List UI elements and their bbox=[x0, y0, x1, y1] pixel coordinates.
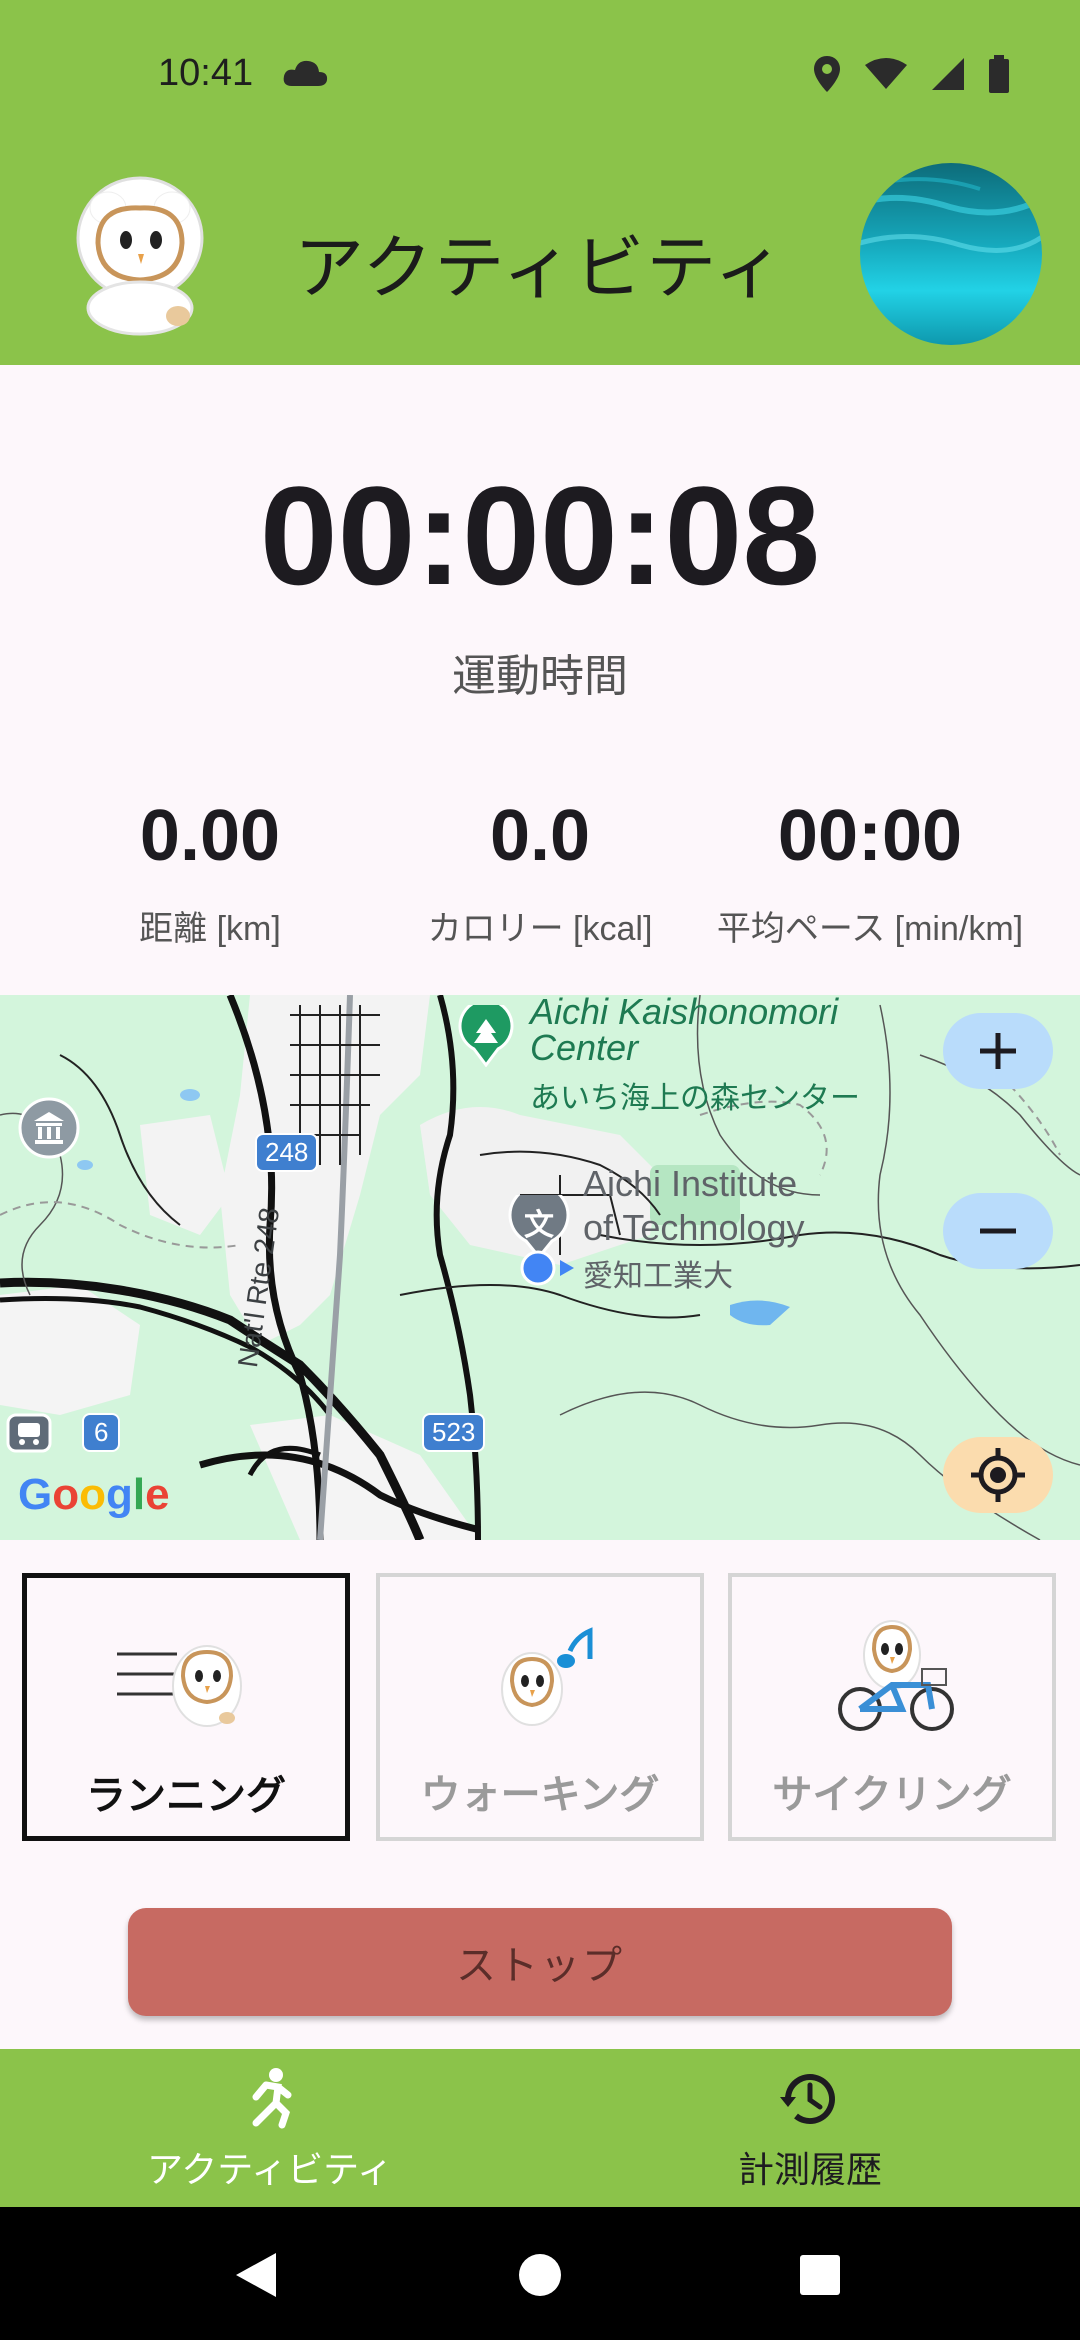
place-label-ait-en-2: of Technology bbox=[583, 1207, 805, 1248]
google-logo: Google bbox=[18, 1470, 170, 1519]
zoom-in-button[interactable] bbox=[943, 1013, 1053, 1089]
pace-label: 平均ペース [min/km] bbox=[716, 910, 1024, 948]
user-avatar[interactable] bbox=[860, 163, 1042, 345]
park-pin-icon[interactable] bbox=[458, 998, 514, 1072]
crosshair-icon bbox=[971, 1448, 1025, 1502]
cycling-owl-icon bbox=[732, 1607, 1052, 1737]
distance-label: 距離 [km] bbox=[139, 910, 281, 948]
train-station-icon[interactable] bbox=[6, 1413, 52, 1458]
current-location-marker bbox=[520, 1250, 580, 1291]
activity-screen: 10:41 アクティビティ 00:00:08 運動時間 0.00 距離 [km]… bbox=[0, 0, 1080, 2340]
place-label-ait-ja: 愛知工業大 bbox=[583, 1260, 733, 1293]
distance-stat: 0.00 距離 [km] bbox=[30, 795, 390, 950]
battery-icon bbox=[988, 55, 1010, 97]
distance-value: 0.00 bbox=[139, 796, 281, 876]
road-shield-248: 248 bbox=[255, 1133, 319, 1172]
road-shield-523: 523 bbox=[422, 1413, 486, 1452]
cloud-icon bbox=[282, 58, 328, 92]
elapsed-time: 00:00:08 bbox=[259, 457, 821, 614]
minus-icon bbox=[980, 1228, 1016, 1234]
zoom-out-button[interactable] bbox=[943, 1193, 1053, 1269]
svg-text:文: 文 bbox=[524, 1208, 554, 1243]
road-shield-6: 6 bbox=[82, 1413, 121, 1452]
map-view[interactable]: Aichi Kaishonomori Center あいち海上の森センター 文 … bbox=[0, 995, 1080, 1540]
history-icon bbox=[540, 2067, 1080, 2137]
walking-owl-icon bbox=[380, 1607, 700, 1737]
status-time: 10:41 bbox=[158, 52, 254, 94]
back-icon bbox=[236, 2253, 276, 2297]
place-label-kaishonomori-en-2: Center bbox=[530, 1027, 639, 1068]
signal-icon bbox=[930, 56, 966, 96]
stop-button[interactable]: ストップ bbox=[128, 1908, 952, 2016]
recents-icon bbox=[800, 2255, 840, 2295]
activity-walking-label: ウォーキング bbox=[420, 1772, 660, 1818]
system-navigation-bar bbox=[0, 2207, 1080, 2340]
activity-cycling-label: サイクリング bbox=[772, 1772, 1012, 1818]
nav-item-history[interactable]: 計測履歴 bbox=[540, 2049, 1080, 2207]
activity-running-option[interactable]: ランニング bbox=[22, 1573, 350, 1841]
wifi-icon bbox=[864, 57, 908, 95]
status-bar: 10:41 bbox=[0, 0, 1080, 150]
place-label-kaishonomori-ja: あいち海上の森センター bbox=[530, 1082, 860, 1115]
calorie-value: 0.0 bbox=[489, 796, 591, 876]
nav-item-activity-label: アクティビティ bbox=[147, 2150, 393, 2191]
elapsed-time-label: 運動時間 bbox=[452, 651, 628, 702]
activity-walking-option[interactable]: ウォーキング bbox=[376, 1573, 704, 1841]
location-icon bbox=[812, 54, 842, 98]
place-label-ait-en-1: Aichi Institute bbox=[583, 1163, 798, 1204]
nav-item-activity[interactable]: アクティビティ bbox=[0, 2049, 540, 2207]
calorie-label: カロリー [kcal] bbox=[427, 910, 653, 948]
activity-running-label: ランニング bbox=[86, 1773, 286, 1819]
plus-icon bbox=[980, 1033, 1016, 1069]
pace-stat: 00:00 平均ペース [min/km] bbox=[690, 795, 1050, 950]
my-location-button[interactable] bbox=[943, 1437, 1053, 1513]
app-header: 10:41 アクティビティ bbox=[0, 0, 1080, 365]
nav-item-history-label: 計測履歴 bbox=[737, 2150, 882, 2191]
running-owl-icon bbox=[27, 1608, 345, 1738]
calorie-stat: 0.0 カロリー [kcal] bbox=[360, 795, 720, 950]
running-icon bbox=[0, 2067, 540, 2137]
pace-value: 00:00 bbox=[777, 796, 963, 876]
home-icon bbox=[519, 2254, 561, 2296]
bottom-navigation: アクティビティ 計測履歴 bbox=[0, 2049, 1080, 2207]
activity-cycling-option[interactable]: サイクリング bbox=[728, 1573, 1056, 1841]
museum-pin-icon[interactable] bbox=[18, 1097, 80, 1164]
